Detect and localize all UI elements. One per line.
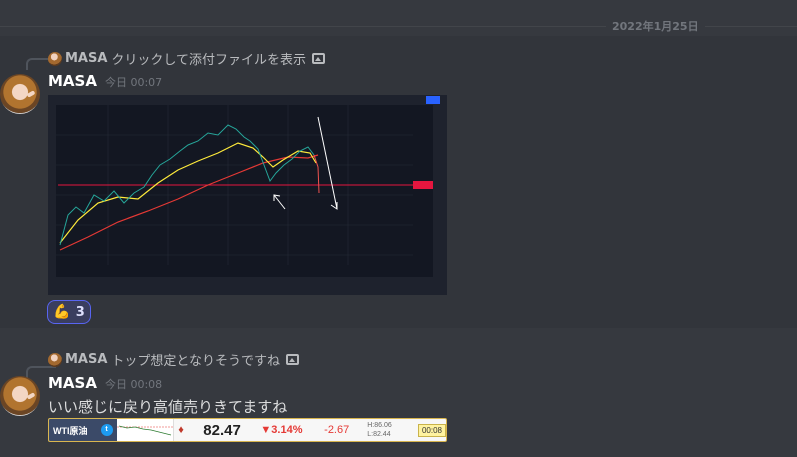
ticker-time: 00:08 [417,423,446,437]
reply-text: クリックして添付ファイルを表示 [111,53,307,68]
image-icon [286,354,300,365]
reply-author: MASA [65,352,108,367]
sparkline [116,419,174,441]
reply-author: MASA [65,51,108,66]
author-name[interactable]: MASA [48,374,97,392]
up-arrow [273,194,286,210]
reply-avatar [48,51,62,66]
sparkline-svg [116,425,173,436]
ticker-price: 82.47 [203,421,241,439]
ticker-embed[interactable]: WTI原油 t ♦ 82.47 ▼3.14% -2.67 H:86.06 L:8… [48,418,447,442]
ticker-change-pct: ▼3.14% [260,424,303,436]
oil-drop-icon: ♦ [178,424,184,436]
ticker-high-low: H:86.06 L:82.44 [349,421,414,439]
flexed-biceps-icon: 💪 [53,304,71,320]
timestamp: 今日 00:08 [104,378,163,391]
bottom-panel [56,277,433,295]
author-line: MASA 今日 00:08 [48,374,162,392]
reply-avatar [48,352,62,367]
right-toolbar [433,105,447,295]
toolbar-bar [48,95,447,105]
left-toolbar [48,105,56,295]
avatar[interactable] [0,376,40,416]
ticker-name-label: WTI原油 [53,425,88,436]
ticker-change: -2.67 [324,424,350,436]
image-icon [312,53,326,64]
reaction-count: 3 [75,304,85,320]
message-text: いい感じに戻り高値売りきてますね [48,398,288,416]
publish-button [426,96,440,104]
ma-short [59,142,317,244]
avatar[interactable] [0,74,40,114]
author-name[interactable]: MASA [48,72,97,90]
ticker-low: L:82.44 [367,431,391,438]
reply-text: トップ想定となりそうですね [111,354,281,369]
reply-preview[interactable]: MASA クリックして添付ファイルを表示 [48,49,326,68]
timestamp: 今日 00:07 [104,76,163,89]
reaction-button[interactable]: 💪 3 [47,300,91,324]
attached-chart-image[interactable] [48,95,447,295]
ticker-high: H:86.06 [367,422,392,429]
author-line: MASA 今日 00:07 [48,72,162,90]
price-label [413,181,433,189]
ticker-name: WTI原油 t [49,419,117,441]
chart-screenshot [48,95,447,295]
reply-preview[interactable]: MASA トップ想定となりそうですね [48,350,300,369]
twitter-icon: t [100,424,113,436]
divider-date: 2022年1月25日 [606,18,705,34]
